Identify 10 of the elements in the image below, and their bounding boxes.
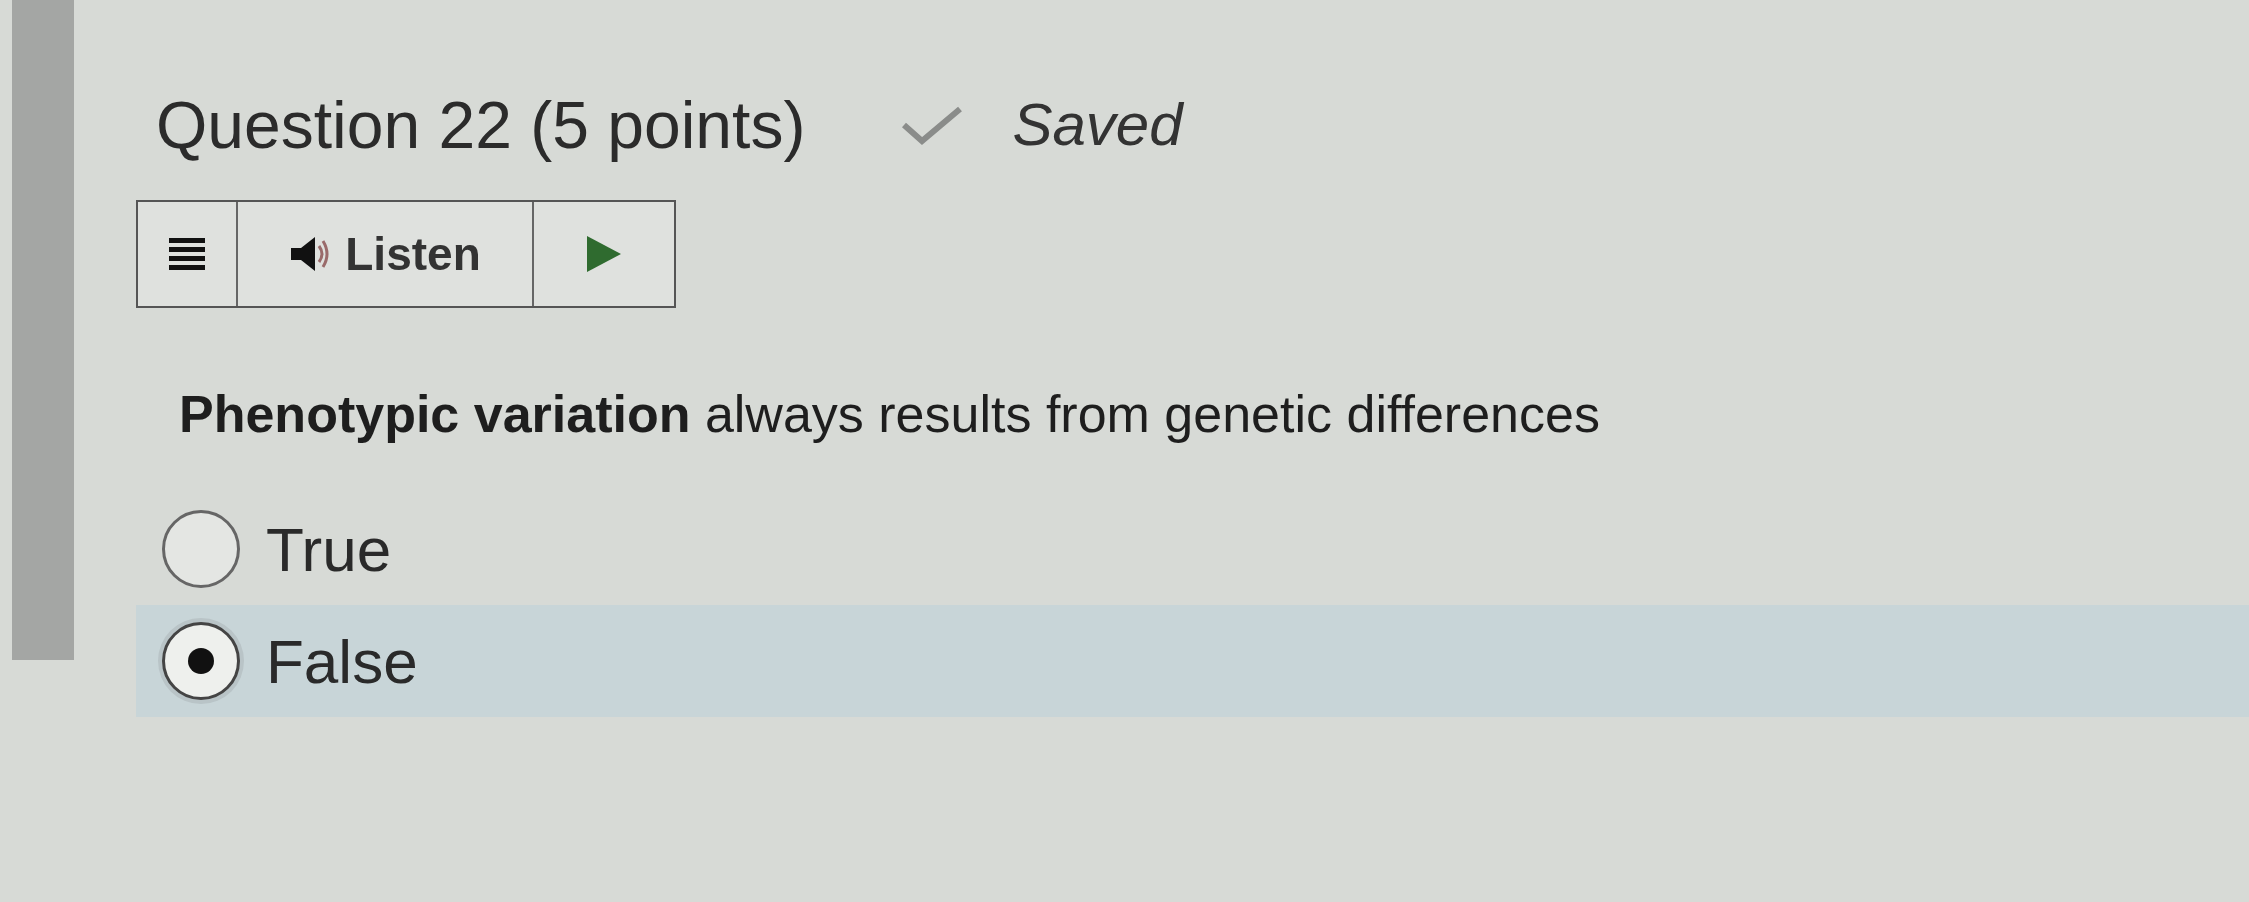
listen-button[interactable]: Listen <box>238 202 534 306</box>
speaker-icon <box>289 234 330 274</box>
question-prompt: Phenotypic variation always results from genetic differences <box>179 384 1601 445</box>
answer-option[interactable]: False <box>136 605 2249 717</box>
radio-button[interactable] <box>162 622 240 700</box>
answer-option[interactable]: True <box>136 493 2249 605</box>
checkmark-icon <box>900 105 965 145</box>
menu-icon <box>169 238 205 270</box>
save-status-text: Saved <box>1012 95 1183 155</box>
play-icon <box>587 236 621 272</box>
